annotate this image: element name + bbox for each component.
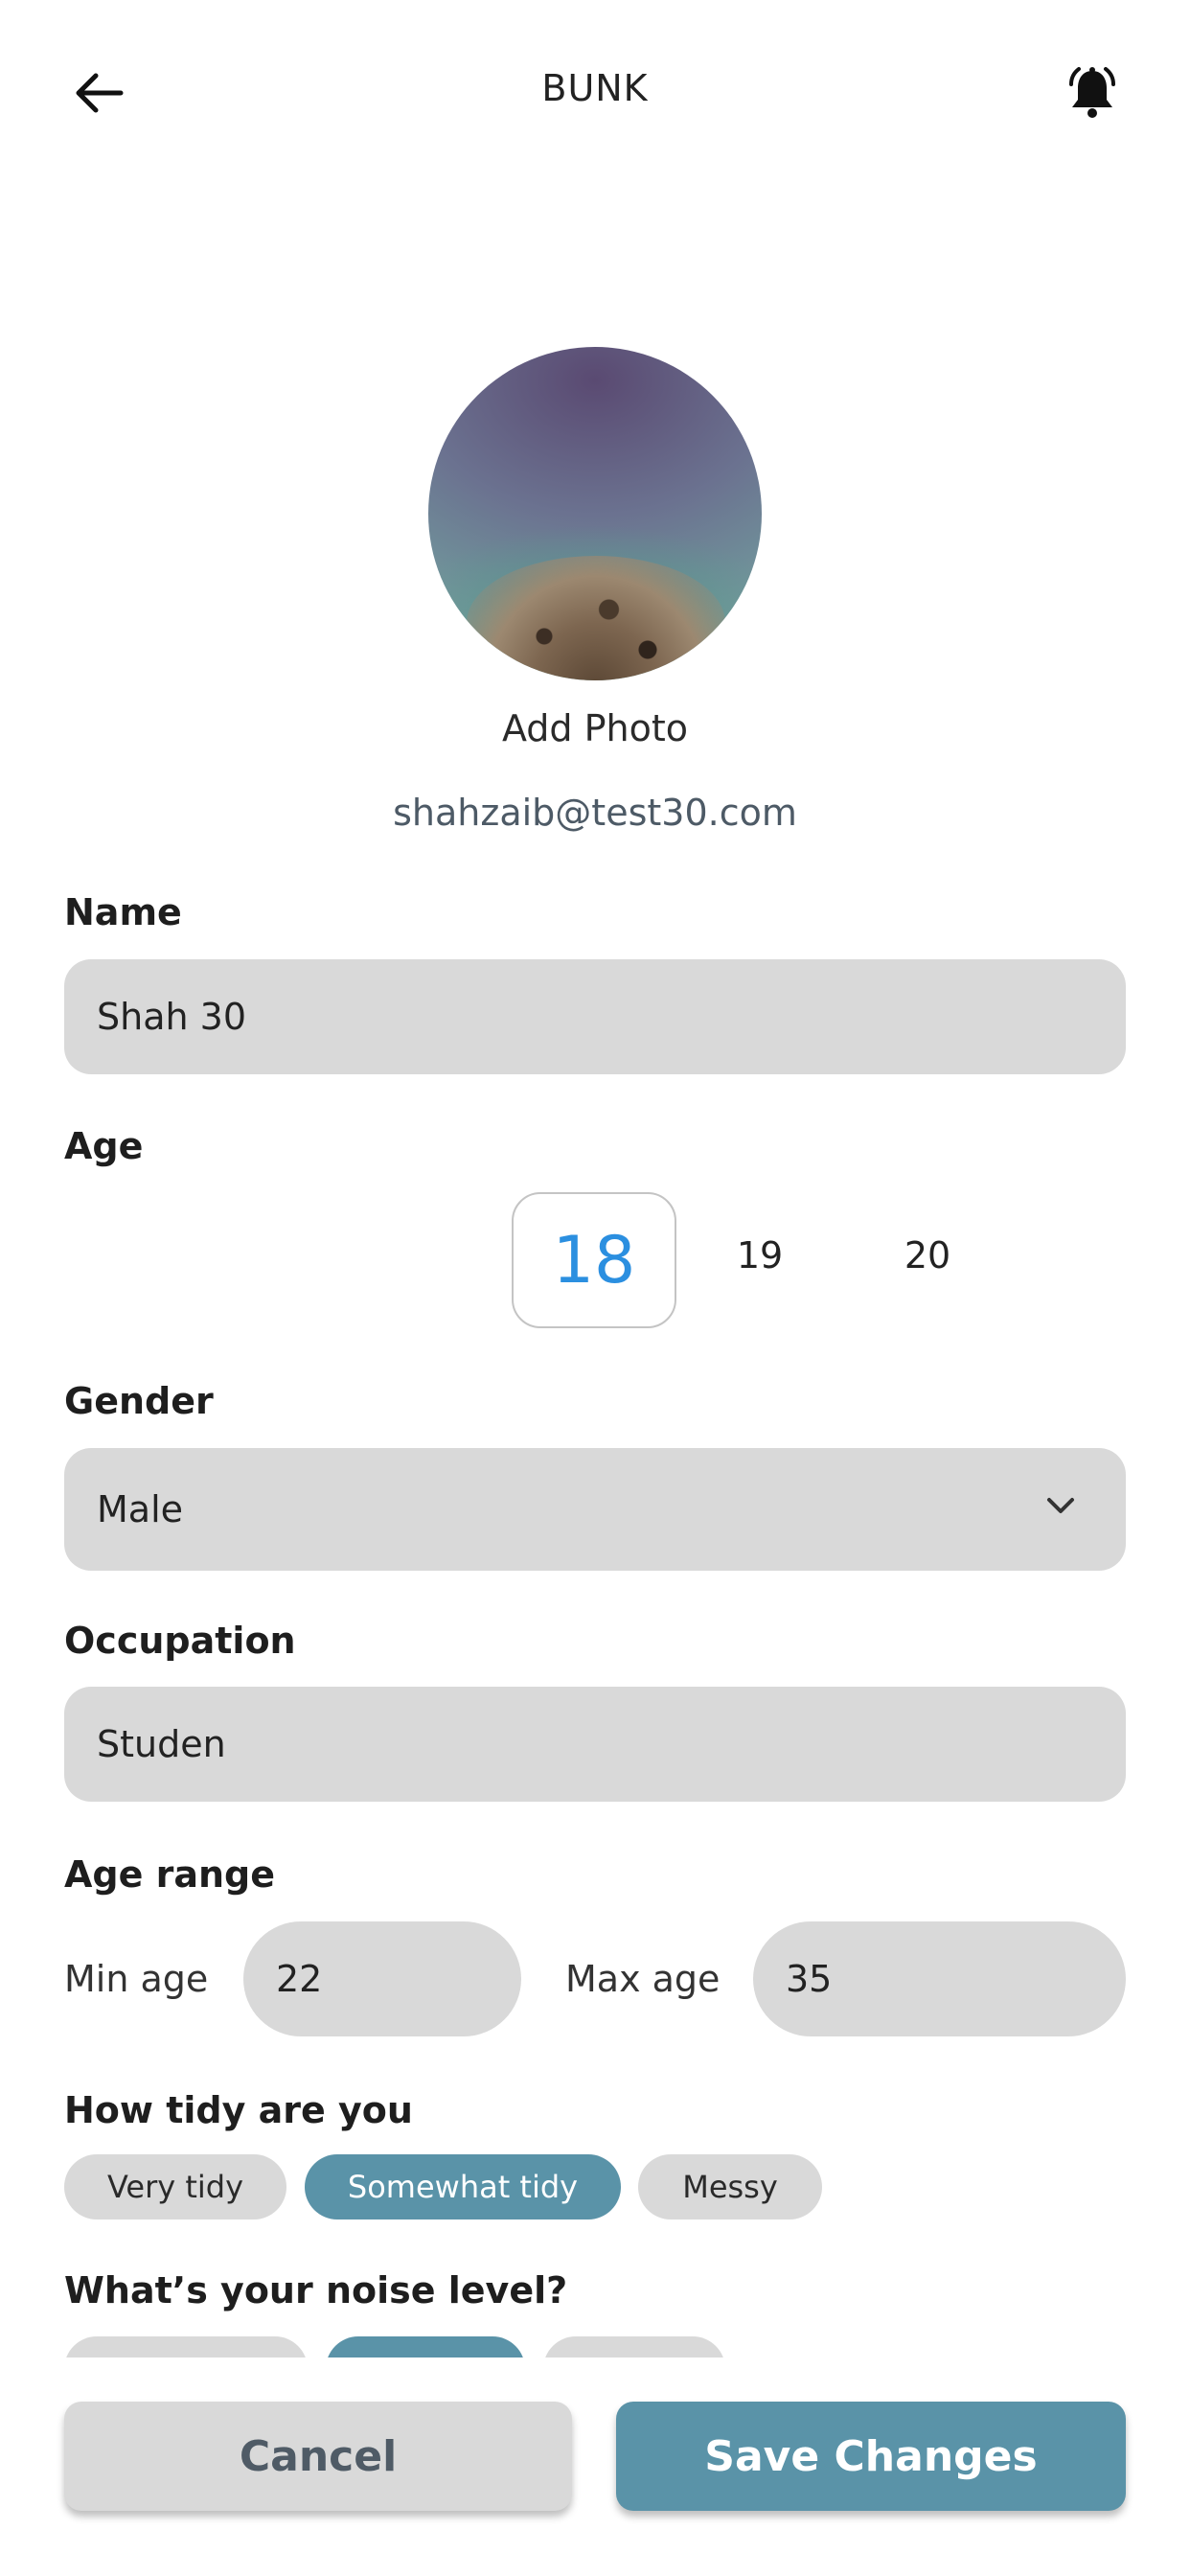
chip-noise-option[interactable] [64,2336,308,2358]
save-changes-button[interactable]: Save Changes [616,2402,1126,2511]
notifications-button[interactable] [1054,56,1131,132]
chip-noise-option-selected[interactable] [326,2336,525,2358]
noise-options-clipped [0,2329,1190,2358]
gender-label: Gender [64,1380,214,1422]
name-input[interactable]: Shah 30 [64,959,1126,1074]
chip-messy[interactable]: Messy [638,2154,822,2220]
chip-somewhat-tidy[interactable]: Somewhat tidy [305,2154,621,2220]
chip-very-tidy[interactable]: Very tidy [64,2154,286,2220]
age-option-selected[interactable]: 18 [512,1192,676,1328]
chip-noise-option[interactable] [543,2336,725,2358]
age-range-label: Age range [64,1853,276,1896]
occupation-label: Occupation [64,1620,296,1662]
age-option[interactable]: 19 [717,1234,803,1276]
gender-select[interactable]: Male [64,1448,1126,1571]
name-label: Name [64,891,182,933]
max-age-input[interactable]: 35 [753,1921,1126,2036]
top-bar: BUNK [0,0,1190,192]
min-age-input[interactable]: 22 [243,1921,521,2036]
age-label: Age [64,1125,144,1167]
gender-value: Male [97,1488,184,1530]
occupation-input[interactable]: Studen [64,1687,1126,1802]
add-photo-link[interactable]: Add Photo [0,707,1190,749]
tidy-label: How tidy are you [64,2089,413,2131]
cancel-button[interactable]: Cancel [64,2402,572,2511]
photo-tree-silhouette [467,556,725,680]
min-age-label: Min age [64,1958,209,2000]
age-option[interactable]: 20 [884,1234,971,1276]
noise-label: What’s your noise level? [64,2269,568,2312]
app-title: BUNK [541,67,649,109]
chevron-down-icon [1047,1498,1074,1513]
bell-ringing-icon [1069,67,1115,118]
profile-photo[interactable] [428,347,762,680]
edit-profile-screen: BUNK Add Photo shahzaib@test30.com Name … [0,0,1190,2576]
user-email: shahzaib@test30.com [393,792,797,834]
max-age-label: Max age [565,1958,721,2000]
